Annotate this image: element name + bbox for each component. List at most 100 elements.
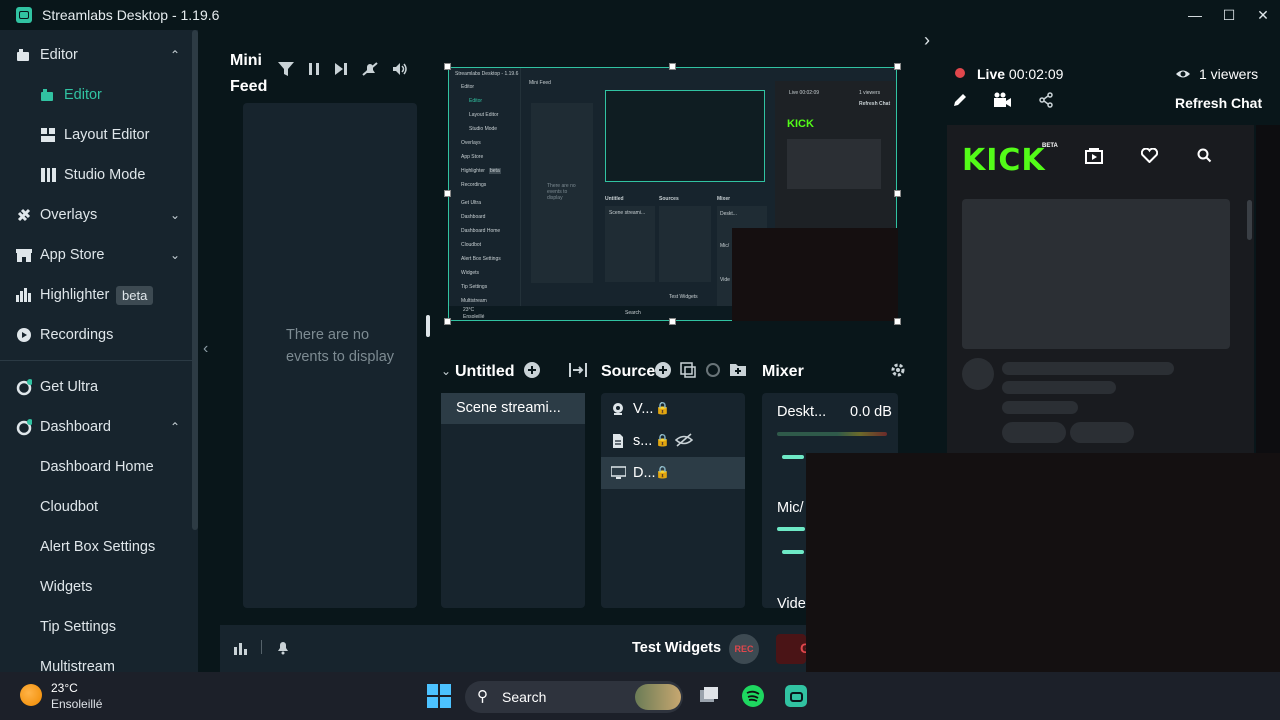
search-icon[interactable] bbox=[1197, 148, 1212, 167]
sidebar-item-cloudbot[interactable]: Cloudbot bbox=[0, 487, 192, 527]
preview-text: Sources bbox=[659, 196, 679, 202]
transform-handle[interactable] bbox=[894, 318, 901, 325]
browse-icon[interactable] bbox=[1085, 148, 1103, 168]
sidebar-item-label: Tip Settings bbox=[40, 619, 117, 635]
search-highlight-image bbox=[635, 684, 681, 710]
transform-handle[interactable] bbox=[894, 190, 901, 197]
preview-text: Layout Editor bbox=[469, 112, 499, 118]
sidebar-item-layout-editor[interactable]: Layout Editor bbox=[0, 115, 192, 155]
scene-collection-title[interactable]: Untitled bbox=[455, 362, 515, 382]
add-scene-icon[interactable] bbox=[524, 362, 540, 382]
scene-transitions-icon[interactable] bbox=[569, 362, 587, 382]
chevron-right-icon[interactable]: › bbox=[924, 30, 930, 51]
lock-icon[interactable]: 🔒 bbox=[655, 465, 670, 479]
skip-icon[interactable] bbox=[334, 62, 348, 79]
weather-description[interactable]: Ensoleillé bbox=[51, 697, 102, 711]
sidebar-item-highlighter[interactable]: Highlighter beta bbox=[0, 275, 192, 315]
add-source-icon[interactable] bbox=[655, 362, 671, 382]
preview-minifeed: There are no events to display bbox=[531, 103, 593, 283]
chevron-down-icon[interactable]: ⌄ bbox=[441, 364, 451, 378]
sidebar-item-editor[interactable]: Editor bbox=[0, 75, 192, 115]
transform-handle[interactable] bbox=[894, 63, 901, 70]
gear-icon[interactable] bbox=[890, 362, 906, 382]
share-icon[interactable] bbox=[1038, 92, 1054, 112]
scenes-panel bbox=[441, 393, 585, 608]
transform-handle[interactable] bbox=[669, 318, 676, 325]
close-button[interactable]: ✕ bbox=[1246, 0, 1280, 30]
preview-text: Live 00:02:09 bbox=[789, 90, 820, 96]
sidebar-item-dashboard-home[interactable]: Dashboard Home bbox=[0, 447, 192, 487]
sidebar-item-overlays[interactable]: Overlays ⌄ bbox=[0, 195, 192, 235]
sidebar-item-dashboard[interactable]: Dashboard ⌃ bbox=[0, 407, 192, 447]
sidebar-item-multistream[interactable]: Multistream bbox=[0, 647, 192, 672]
layout-icon bbox=[40, 127, 56, 143]
kick-logo[interactable]: KICK bbox=[962, 143, 1046, 178]
store-icon bbox=[16, 247, 32, 263]
sun-icon[interactable] bbox=[20, 684, 42, 706]
refresh-chat-button[interactable]: Refresh Chat bbox=[1175, 95, 1262, 111]
sidebar-item-editor-group[interactable]: Editor ⌃ bbox=[0, 35, 192, 75]
record-button[interactable]: REC bbox=[729, 634, 759, 664]
windows-start-icon[interactable] bbox=[427, 684, 451, 708]
transform-handle[interactable] bbox=[669, 63, 676, 70]
sidebar-item-app-store[interactable]: App Store ⌄ bbox=[0, 235, 192, 275]
source-row[interactable]: s... 🔒 bbox=[601, 425, 745, 457]
weather-temperature[interactable]: 23°C bbox=[51, 681, 78, 695]
source-properties-icon[interactable] bbox=[705, 362, 721, 382]
heart-icon[interactable] bbox=[1140, 147, 1159, 167]
taskbar-search[interactable]: ⚲ Search bbox=[465, 681, 683, 713]
resize-handle[interactable] bbox=[426, 315, 430, 337]
filter-icon[interactable] bbox=[278, 62, 294, 79]
scene-item[interactable]: Scene streami... bbox=[441, 393, 585, 424]
streamlabs-taskbar-icon[interactable] bbox=[784, 684, 808, 708]
task-view-icon[interactable] bbox=[697, 684, 721, 708]
chat-scrollbar[interactable] bbox=[1247, 200, 1252, 240]
ultra-icon bbox=[16, 379, 32, 396]
display-icon bbox=[610, 466, 627, 480]
maximize-button[interactable]: ☐ bbox=[1212, 0, 1246, 30]
volume-slider[interactable] bbox=[782, 455, 804, 459]
sidebar-item-widgets[interactable]: Widgets bbox=[0, 567, 192, 607]
transform-handle[interactable] bbox=[444, 318, 451, 325]
volume-icon[interactable] bbox=[392, 62, 408, 79]
tag-placeholder bbox=[1070, 422, 1134, 443]
sidebar-item-label: Editor bbox=[64, 87, 102, 103]
volume-meter bbox=[777, 432, 887, 436]
lock-icon[interactable]: 🔒 bbox=[655, 433, 670, 447]
source-row[interactable]: D... 🔒 bbox=[601, 457, 745, 489]
pause-icon[interactable] bbox=[308, 62, 320, 79]
visibility-off-icon[interactable] bbox=[674, 433, 694, 451]
file-icon bbox=[611, 434, 625, 448]
lock-icon[interactable]: 🔒 bbox=[655, 401, 670, 415]
source-group-icon[interactable] bbox=[680, 362, 696, 382]
preview-text: Dashboard bbox=[461, 214, 486, 220]
add-folder-icon[interactable] bbox=[730, 362, 746, 380]
sidebar-item-studio-mode[interactable]: Studio Mode bbox=[0, 155, 192, 195]
eye-icon bbox=[1176, 70, 1190, 78]
sidebar-item-alert-box-settings[interactable]: Alert Box Settings bbox=[0, 527, 192, 567]
source-row[interactable]: V... 🔒 bbox=[601, 393, 745, 425]
notification-bell-icon[interactable] bbox=[276, 640, 290, 660]
minimize-button[interactable]: — bbox=[1178, 0, 1212, 30]
edit-stream-icon[interactable] bbox=[952, 92, 968, 112]
sidebar-collapse-strip bbox=[198, 30, 220, 672]
chevron-down-icon: ⌄ bbox=[170, 208, 181, 222]
spotify-icon[interactable] bbox=[741, 684, 765, 708]
mute-alerts-icon[interactable] bbox=[362, 62, 378, 79]
text-placeholder bbox=[1002, 381, 1116, 394]
performance-icon[interactable] bbox=[234, 641, 248, 660]
sidebar-item-get-ultra[interactable]: Get Ultra bbox=[0, 367, 192, 407]
sidebar-item-tip-settings[interactable]: Tip Settings bbox=[0, 607, 192, 647]
sidebar-item-recordings[interactable]: Recordings bbox=[0, 315, 192, 355]
viewer-count-text: 1 viewers bbox=[1199, 66, 1259, 82]
transform-handle[interactable] bbox=[444, 190, 451, 197]
go-live-button[interactable]: G bbox=[776, 634, 806, 664]
volume-slider[interactable] bbox=[782, 550, 804, 554]
transform-handle[interactable] bbox=[444, 63, 451, 70]
studio-icon[interactable] bbox=[994, 92, 1012, 112]
preview-dark-region bbox=[732, 228, 898, 321]
window-title: Streamlabs Desktop - 1.19.6 bbox=[42, 7, 220, 23]
collapse-sidebar-icon[interactable]: ‹ bbox=[203, 340, 208, 358]
chevron-up-icon: ⌃ bbox=[170, 48, 181, 62]
test-widgets-button[interactable]: Test Widgets bbox=[632, 640, 721, 656]
